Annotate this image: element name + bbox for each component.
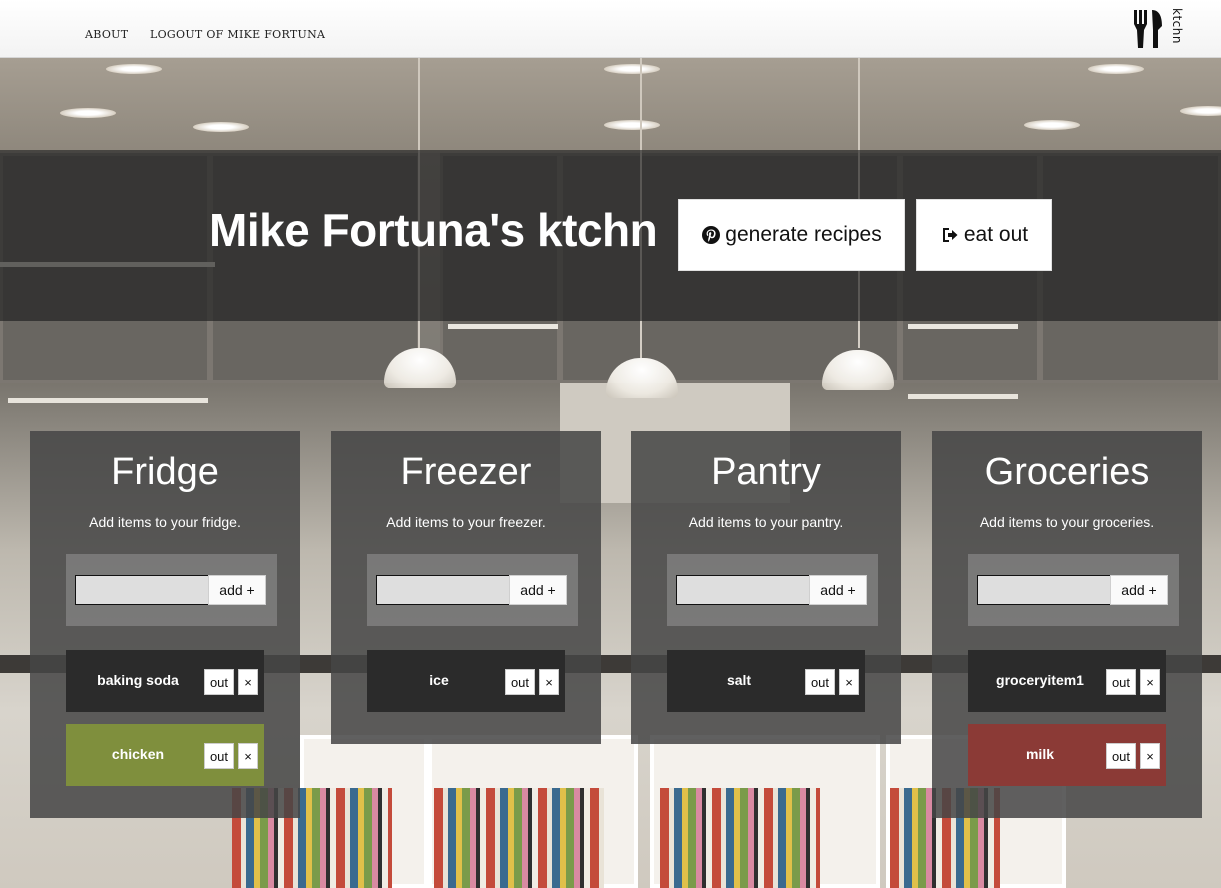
mark-out-button[interactable]: out (1106, 669, 1136, 695)
mark-out-button[interactable]: out (204, 743, 234, 769)
list-item: ice out × (367, 650, 565, 712)
generate-recipes-label: generate recipes (725, 223, 882, 246)
panel-title: Pantry (711, 451, 821, 493)
remove-item-button[interactable]: × (539, 669, 559, 695)
panel-hint: Add items to your groceries. (979, 514, 1155, 530)
pantry-item-input[interactable] (676, 575, 810, 605)
freezer-item-input[interactable] (376, 575, 510, 605)
item-name: ice (429, 672, 449, 688)
fridge-add-button[interactable]: add + (208, 575, 266, 605)
item-name: salt (726, 672, 752, 688)
panel-hint: Add items to your fridge. (89, 514, 241, 530)
logo-wordmark: ktchn (1170, 8, 1184, 44)
add-item-form: add + (968, 554, 1179, 626)
pinterest-icon (702, 226, 721, 244)
panel-groceries: Groceries Add items to your groceries. a… (932, 431, 1202, 818)
nav-about-link[interactable]: ABOUT (85, 28, 128, 41)
mark-out-button[interactable]: out (1106, 743, 1136, 769)
item-name: groceryitem1 (996, 672, 1084, 688)
list-item: salt out × (667, 650, 865, 712)
remove-item-button[interactable]: × (1140, 743, 1160, 769)
item-name: chicken (111, 746, 165, 762)
remove-item-button[interactable]: × (238, 743, 258, 769)
ktchn-logo[interactable]: ktchn (1132, 8, 1184, 50)
page-title: Mike Fortuna's ktchn (209, 204, 658, 256)
pantry-add-button[interactable]: add + (809, 575, 867, 605)
add-item-form: add + (66, 554, 277, 626)
add-item-form: add + (367, 554, 578, 626)
fork-knife-icon (1134, 10, 1162, 48)
eat-out-button[interactable]: eat out (916, 199, 1052, 271)
mark-out-button[interactable]: out (805, 669, 835, 695)
nav-logout-link[interactable]: LOGOUT OF MIKE FORTUNA (150, 28, 325, 41)
panel-hint: Add items to your pantry. (688, 514, 844, 530)
panel-title: Fridge (111, 451, 219, 493)
add-item-form: add + (667, 554, 878, 626)
remove-item-button[interactable]: × (1140, 669, 1160, 695)
item-name: baking soda (97, 672, 179, 688)
top-navbar: ABOUT LOGOUT OF MIKE FORTUNA ktchn (0, 0, 1221, 58)
remove-item-button[interactable]: × (238, 669, 258, 695)
panel-freezer: Freezer Add items to your freezer. add +… (331, 431, 601, 744)
fridge-item-input[interactable] (75, 575, 209, 605)
panel-pantry: Pantry Add items to your pantry. add + s… (631, 431, 901, 744)
list-item: baking soda out × (66, 650, 264, 712)
generate-recipes-button[interactable]: generate recipes (678, 199, 905, 271)
panel-title: Freezer (400, 451, 532, 493)
hero-band: Mike Fortuna's ktchn generate recipes ea… (0, 150, 1221, 321)
mark-out-button[interactable]: out (505, 669, 535, 695)
hero-lower-overlay (0, 321, 1221, 383)
mark-out-button[interactable]: out (204, 669, 234, 695)
remove-item-button[interactable]: × (839, 669, 859, 695)
list-item: groceryitem1 out × (968, 650, 1166, 712)
eat-out-label: eat out (963, 223, 1029, 246)
list-item: milk out × (968, 724, 1166, 786)
freezer-add-button[interactable]: add + (509, 575, 567, 605)
sign-out-icon (942, 228, 958, 242)
panel-title: Groceries (984, 451, 1150, 493)
panel-hint: Add items to your freezer. (386, 514, 546, 530)
item-name: milk (1025, 746, 1054, 762)
panel-fridge: Fridge Add items to your fridge. add + b… (30, 431, 300, 818)
list-item: chicken out × (66, 724, 264, 786)
groceries-add-button[interactable]: add + (1110, 575, 1168, 605)
groceries-item-input[interactable] (977, 575, 1111, 605)
